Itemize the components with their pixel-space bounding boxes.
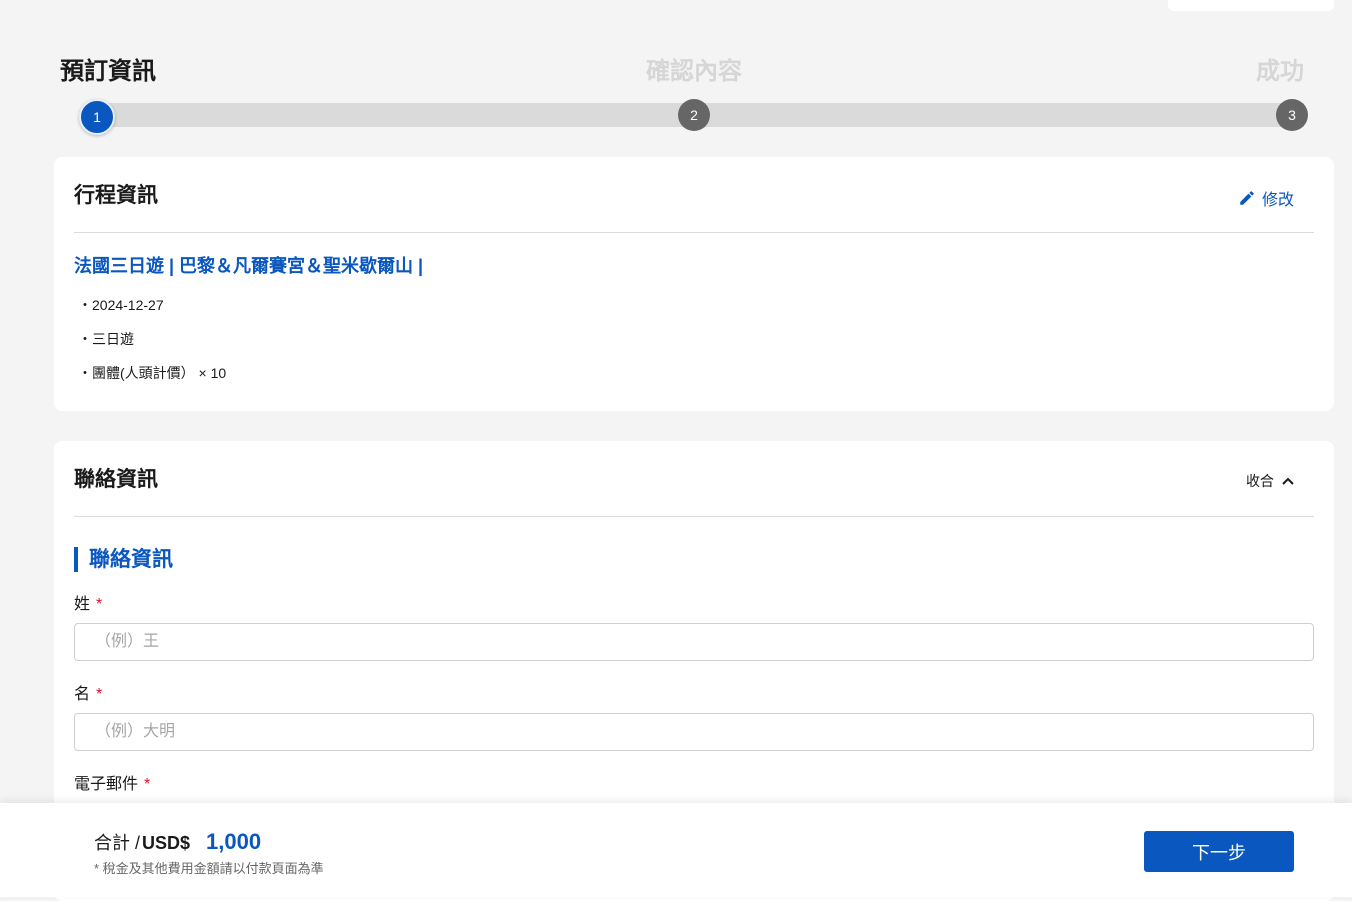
- trip-info-header: 行程資訊 修改: [74, 157, 1314, 233]
- trip-details: ・ 2024-12-27 ・三日遊 ・團體(人頭計價） × 10: [78, 295, 226, 397]
- first-name-input[interactable]: [74, 713, 1314, 751]
- stepper-labels: 預訂資訊 確認內容 成功: [60, 57, 1304, 89]
- step-label-success: 成功: [1256, 58, 1304, 85]
- total-label: 合計 /: [94, 833, 141, 853]
- total-currency: USD$: [142, 833, 191, 853]
- collapse-label: 收合: [1246, 473, 1274, 489]
- total-price: 合計 / USD$ 1,000: [94, 829, 261, 855]
- edit-trip-label: 修改: [1261, 192, 1294, 209]
- collapse-button[interactable]: 收合: [1246, 471, 1294, 491]
- step-dot-1: 1: [79, 99, 115, 135]
- edit-trip-button[interactable]: 修改: [1238, 186, 1294, 210]
- first-name-label: 名 *: [74, 686, 103, 703]
- step-dot-2: 2: [678, 99, 710, 131]
- chevron-up-icon: [1282, 477, 1294, 485]
- trip-detail-duration: ・三日遊: [78, 331, 134, 347]
- trip-name: 法國三日遊 | 巴黎＆凡爾賽宮＆聖米歇爾山 |: [74, 256, 424, 276]
- email-label: 電子郵件 *: [74, 776, 151, 793]
- contact-section-title: 聯絡資訊: [74, 547, 173, 572]
- checkout-bar: 合計 / USD$ 1,000 * 稅金及其他費用金額請以付款頁面為準 下一步: [0, 803, 1352, 897]
- step-label-confirm: 確認內容: [646, 58, 742, 85]
- last-name-input[interactable]: [74, 623, 1314, 661]
- last-name-label: 姓 *: [74, 596, 103, 613]
- total-amount: 1,000: [206, 829, 262, 854]
- trip-info-title: 行程資訊: [74, 184, 158, 207]
- step-label-booking-info: 預訂資訊: [60, 58, 156, 85]
- step-dot-3: 3: [1276, 99, 1308, 131]
- top-panel-edge: [1168, 0, 1334, 11]
- trip-detail-quantity: ・團體(人頭計價） × 10: [78, 365, 227, 381]
- contact-info-title: 聯絡資訊: [74, 468, 158, 491]
- trip-detail-date: ・ 2024-12-27: [78, 297, 164, 313]
- tax-note: * 稅金及其他費用金額請以付款頁面為準: [94, 861, 324, 876]
- contact-info-header: 聯絡資訊 收合: [74, 441, 1314, 517]
- trip-info-card: 行程資訊 修改 法國三日遊 | 巴黎＆凡爾賽宮＆聖米歇爾山 | ・ 2024-12…: [54, 157, 1334, 411]
- pencil-icon: [1240, 191, 1254, 205]
- next-step-button[interactable]: 下一步: [1144, 831, 1294, 872]
